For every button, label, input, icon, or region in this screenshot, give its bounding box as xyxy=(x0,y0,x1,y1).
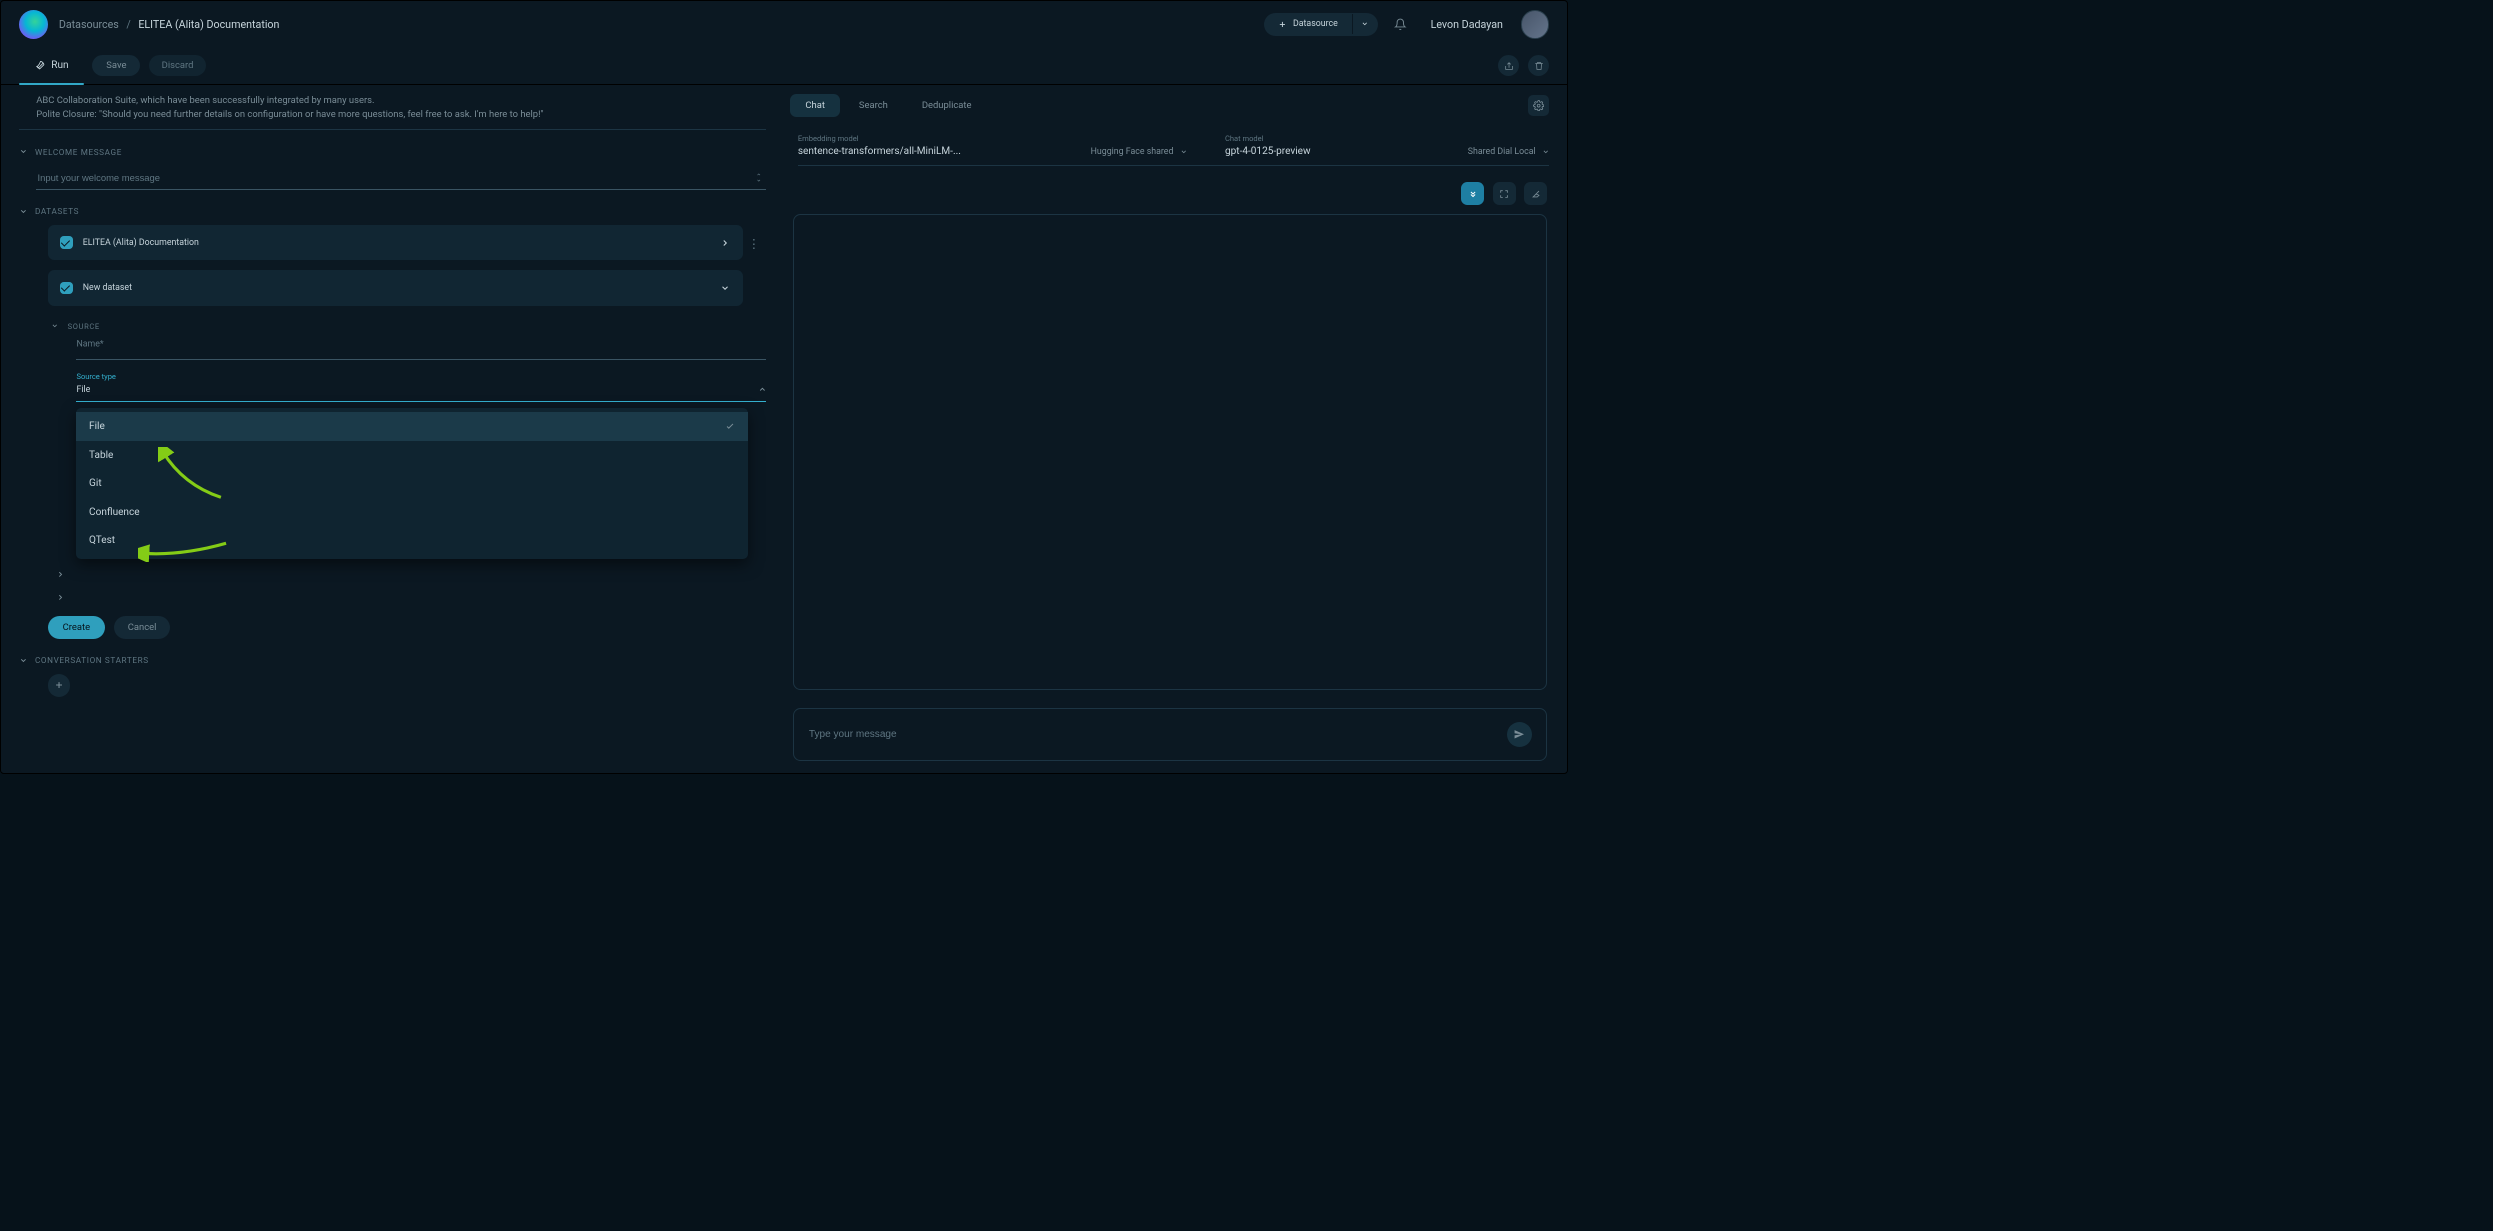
section-source[interactable]: SOURCE xyxy=(51,322,766,331)
dataset-label: ELITEA (Alita) Documentation xyxy=(83,238,710,248)
section-welcome[interactable]: WELCOME MESSAGE xyxy=(19,147,767,157)
dataset-item[interactable]: New dataset xyxy=(48,270,743,305)
share-button[interactable] xyxy=(1498,55,1519,76)
avatar[interactable] xyxy=(1521,10,1550,39)
chevron-right-icon xyxy=(56,593,65,602)
chevron-down-icon xyxy=(51,322,60,331)
chevron-down-icon xyxy=(1361,20,1369,28)
settings-button[interactable] xyxy=(1528,95,1549,116)
checkbox-checked-icon[interactable] xyxy=(60,236,73,249)
welcome-input[interactable] xyxy=(36,172,751,184)
app-logo[interactable] xyxy=(19,10,48,39)
dropdown-option[interactable]: Table xyxy=(76,441,747,470)
dataset-label: New dataset xyxy=(83,283,710,293)
embedding-model-label: Embedding model xyxy=(798,134,1187,143)
run-tab[interactable]: Run xyxy=(19,54,84,78)
context-note: ABC Collaboration Suite, which have been… xyxy=(19,94,767,131)
chevron-right-icon xyxy=(56,570,65,579)
send-button[interactable] xyxy=(1507,722,1532,747)
username-label: Levon Dadayan xyxy=(1431,18,1503,31)
gear-icon xyxy=(1533,100,1544,111)
chevron-down-icon[interactable] xyxy=(1542,148,1550,156)
send-icon xyxy=(1513,728,1526,741)
chevron-down-icon xyxy=(19,207,28,216)
source-type-value: File xyxy=(76,385,90,395)
expand-toggle-icon[interactable] xyxy=(751,172,766,183)
chat-model-value: gpt-4-0125-preview xyxy=(1225,146,1311,157)
breadcrumb-sep: / xyxy=(126,18,130,31)
chat-model-label: Chat model xyxy=(1225,134,1549,143)
dataset-item[interactable]: ELITEA (Alita) Documentation xyxy=(48,225,743,260)
check-icon xyxy=(725,421,735,431)
source-name-field[interactable]: Name* xyxy=(76,340,766,360)
tab-chat[interactable]: Chat xyxy=(790,94,840,118)
source-type-label: Source type xyxy=(76,372,766,381)
breadcrumb-root[interactable]: Datasources xyxy=(59,18,119,31)
option-label: Confluence xyxy=(89,507,140,518)
section-welcome-label: WELCOME MESSAGE xyxy=(35,147,122,157)
delete-button[interactable] xyxy=(1528,55,1549,76)
chat-input[interactable] xyxy=(808,728,1507,740)
option-label: QTest xyxy=(89,535,115,546)
bell-icon xyxy=(1394,18,1407,31)
new-datasource-button[interactable]: Datasource xyxy=(1264,13,1378,36)
tab-search[interactable]: Search xyxy=(844,94,903,118)
option-label: Git xyxy=(89,478,102,489)
notifications-button[interactable] xyxy=(1389,13,1412,36)
create-button[interactable]: Create xyxy=(48,616,106,640)
expand-icon xyxy=(1499,189,1509,199)
dropdown-option[interactable]: Confluence xyxy=(76,498,747,527)
chevron-down-icon xyxy=(720,283,730,293)
share-icon xyxy=(1504,61,1514,71)
source-type-dropdown: File Table Git Confluence QTest xyxy=(76,408,747,559)
section-datasets[interactable]: DATASETS xyxy=(19,206,767,216)
source-type-select[interactable]: File xyxy=(76,381,766,402)
dropdown-option[interactable]: Git xyxy=(76,469,747,498)
double-chevron-down-icon xyxy=(1468,189,1478,199)
section-collapsed[interactable] xyxy=(56,584,766,610)
plus-icon xyxy=(54,680,64,690)
source-name-label: Name* xyxy=(76,328,103,349)
discard-button[interactable]: Discard xyxy=(149,55,206,76)
breadcrumb: Datasources / ELITEA (Alita) Documentati… xyxy=(59,18,280,31)
section-starters-label: CONVERSATION STARTERS xyxy=(35,655,149,665)
dropdown-option[interactable]: File xyxy=(76,412,747,441)
option-label: Table xyxy=(89,450,113,461)
embedding-model-value: sentence-transformers/all-MiniLM-... xyxy=(798,146,961,157)
chat-output xyxy=(793,214,1547,690)
plus-icon xyxy=(1278,20,1287,29)
dropdown-option[interactable]: QTest xyxy=(76,527,747,556)
broom-icon xyxy=(1531,189,1541,199)
chevron-down-icon[interactable] xyxy=(1180,148,1188,156)
chevron-up-icon xyxy=(758,385,767,394)
trash-icon xyxy=(1534,61,1544,71)
cancel-button[interactable]: Cancel xyxy=(114,616,170,640)
chevron-right-icon xyxy=(720,238,730,248)
note-line1: ABC Collaboration Suite, which have been… xyxy=(36,94,749,109)
chat-provider-label: Shared Dial Local xyxy=(1468,147,1536,157)
new-datasource-label: Datasource xyxy=(1293,19,1338,29)
rocket-icon xyxy=(34,60,45,71)
embedding-provider-label: Hugging Face shared xyxy=(1091,147,1174,157)
tab-deduplicate[interactable]: Deduplicate xyxy=(907,94,987,118)
dataset-more-menu[interactable]: ⋮ xyxy=(748,236,761,252)
more-vert-icon: ⋮ xyxy=(748,237,761,252)
chevron-down-icon xyxy=(19,656,28,665)
chevron-down-icon xyxy=(19,147,28,156)
section-starters[interactable]: CONVERSATION STARTERS xyxy=(19,655,767,665)
fullscreen-button[interactable] xyxy=(1493,182,1516,205)
new-datasource-dropdown[interactable] xyxy=(1352,14,1378,34)
option-label: File xyxy=(89,421,105,432)
clear-chat-button[interactable] xyxy=(1524,182,1547,205)
save-button[interactable]: Save xyxy=(92,55,140,76)
run-tab-label: Run xyxy=(51,60,68,71)
checkbox-checked-icon[interactable] xyxy=(60,282,73,295)
breadcrumb-current: ELITEA (Alita) Documentation xyxy=(138,18,279,31)
add-starter-button[interactable] xyxy=(48,674,71,697)
section-datasets-label: DATASETS xyxy=(35,206,79,216)
chat-action-primary[interactable] xyxy=(1461,182,1484,205)
note-line2: Polite Closure: "Should you need further… xyxy=(36,108,749,123)
